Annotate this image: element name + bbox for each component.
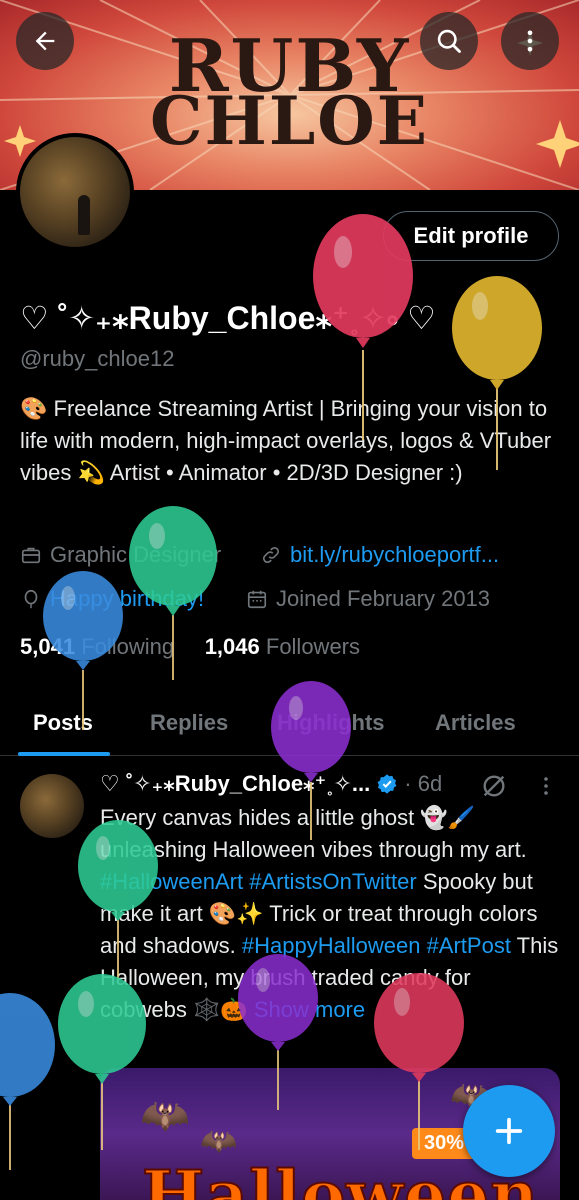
calendar-icon [247,590,267,609]
bat-decoration: 🦇 [200,1125,238,1158]
follow-counts: 5,041 Following 1,046 Followers [20,634,360,660]
tab-articles[interactable]: Articles [435,710,516,736]
tab-highlights[interactable]: Highlights [277,710,385,736]
link-icon [262,546,280,564]
more-vertical-icon [527,30,533,52]
birthday-label: Happy birthday! [50,586,205,611]
briefcase-icon [21,547,41,564]
website-link[interactable]: bit.ly/rubychloeportf... [290,542,499,568]
search-button[interactable] [420,12,478,70]
hashtag-artpost[interactable]: #ArtPost [427,933,511,958]
profile-birthday: Happy birthday! [20,586,204,612]
profile-avatar[interactable] [16,133,134,251]
profile-website[interactable]: bit.ly/rubychloeportf... [260,542,499,568]
post-text: Every canvas hides a little ghost 👻🖌️ un… [100,802,562,1026]
active-tab-indicator [18,752,110,756]
profile-joined: Joined February 2013 [246,586,490,612]
post-author-avatar[interactable] [20,774,84,838]
arrow-left-icon [35,31,55,51]
following-link[interactable]: 5,041 Following [20,634,174,659]
search-icon [437,29,461,53]
following-count: 5,041 [20,634,76,659]
post-header: ♡ ˚✧₊⁎Ruby_Chloe⁎⁺˳✧... · 6d [100,771,442,797]
hashtag-halloweenart[interactable]: #HalloweenArt [100,869,243,894]
tab-posts[interactable]: Posts [33,710,93,736]
post-time: · 6d [404,771,443,796]
followers-count: 1,046 [204,634,260,659]
profile-category: Graphic Designer [20,542,221,568]
hashtag-artistsontwitter[interactable]: #ArtistsOnTwitter [249,869,416,894]
post-more-icon[interactable] [534,772,558,800]
bat-decoration: 🦇 [140,1094,190,1138]
following-label: Following [81,634,175,659]
balloon-icon [24,589,38,609]
category-label: Graphic Designer [50,542,222,567]
followers-link[interactable]: 1,046 Followers [205,634,360,659]
show-more-link[interactable]: Show more [254,997,365,1022]
grok-icon[interactable] [480,772,508,800]
tab-replies[interactable]: Replies [150,710,228,736]
hashtag-happyhalloween[interactable]: #HappyHalloween [242,933,421,958]
post-author-name[interactable]: ♡ ˚✧₊⁎Ruby_Chloe⁎⁺˳✧... [100,771,370,797]
back-button[interactable] [16,12,74,70]
followers-label: Followers [265,634,361,659]
plus-icon [495,1117,523,1145]
verified-badge-icon [377,774,397,794]
avatar-figure [78,195,90,235]
balloon-blue [0,993,55,1170]
more-options-button[interactable] [501,12,559,70]
profile-tabs: Posts Replies Highlights Articles [0,690,579,756]
post-text-part1: Every canvas hides a little ghost 👻🖌️ un… [100,805,527,862]
joined-label: Joined February 2013 [276,586,491,611]
edit-profile-button[interactable]: Edit profile [383,211,559,261]
user-handle: @ruby_chloe12 [20,346,175,371]
profile-bio: 🎨 Freelance Streaming Artist | Bringing … [20,396,552,485]
compose-button[interactable] [463,1085,555,1177]
